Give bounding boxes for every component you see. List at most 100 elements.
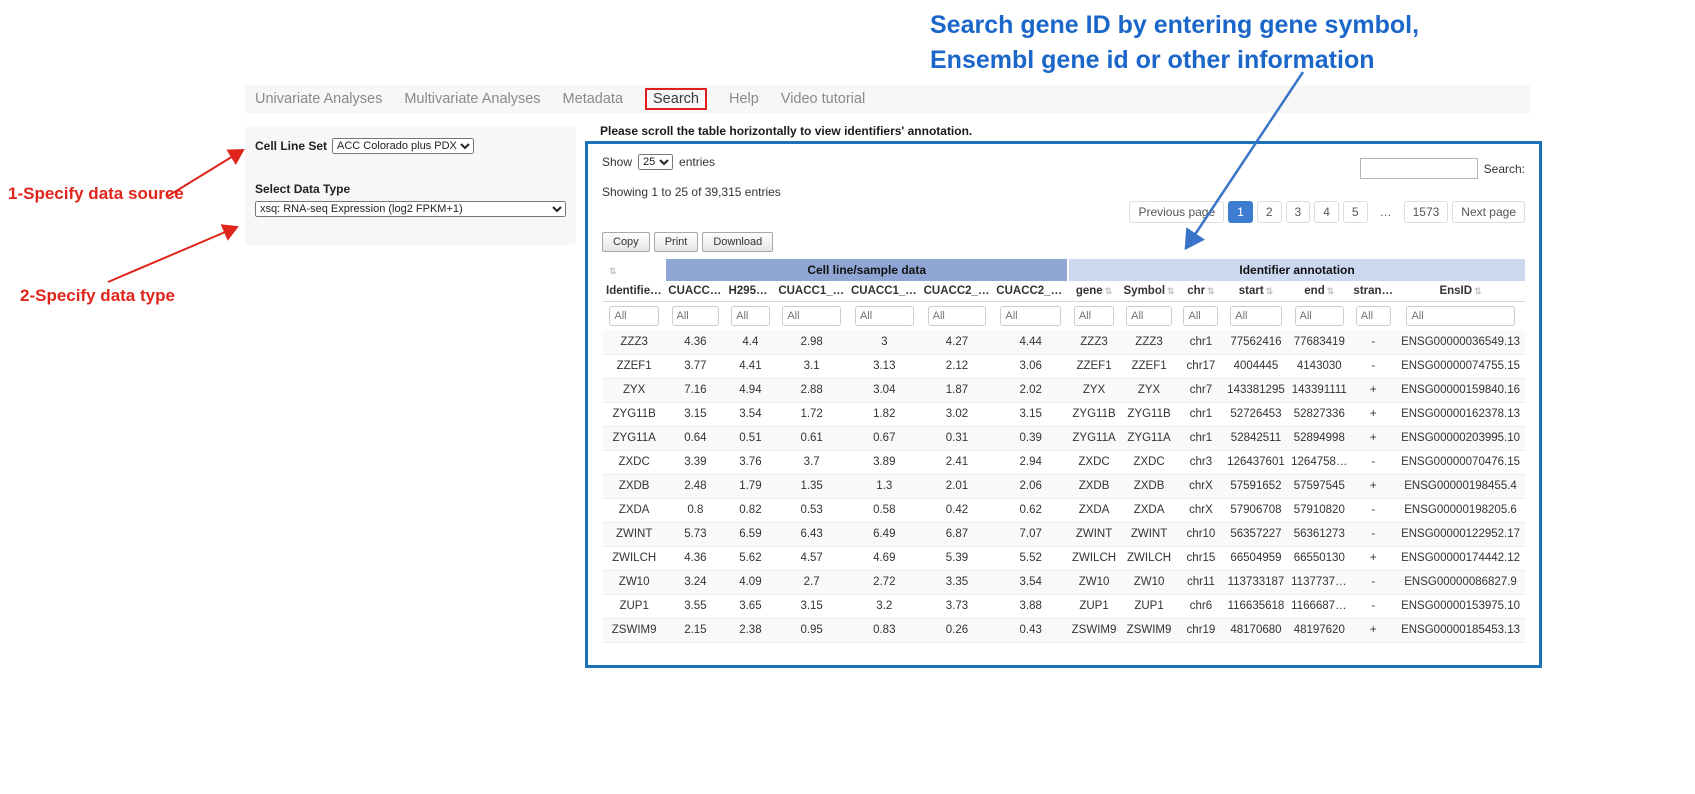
filter-input-ensid[interactable]	[1406, 306, 1514, 326]
cell: 4.4	[725, 330, 775, 354]
cell: 4.36	[665, 330, 725, 354]
cell: 3	[848, 330, 921, 354]
cell: 4.41	[725, 354, 775, 378]
cell: 0.51	[725, 426, 775, 450]
copy-button[interactable]: Copy	[602, 232, 650, 252]
cell: -	[1350, 330, 1396, 354]
filter-input-chr[interactable]	[1183, 306, 1218, 326]
table-row[interactable]: ZWILCH4.365.624.574.695.395.52ZWILCHZWIL…	[603, 546, 1525, 570]
cell: 0.83	[848, 618, 921, 642]
filter-input-identifier[interactable]	[609, 306, 659, 326]
column-header-identifier[interactable]: Identifier⇅	[603, 281, 665, 302]
nav-item-metadata[interactable]: Metadata	[563, 91, 623, 107]
cell: ZYG11B	[1068, 402, 1120, 426]
column-header-start[interactable]: start⇅	[1224, 281, 1288, 302]
column-header-strand[interactable]: strand⇅	[1350, 281, 1396, 302]
previous-page-button[interactable]: Previous page	[1129, 201, 1224, 223]
nav-item-multivariate-analyses[interactable]: Multivariate Analyses	[404, 91, 540, 107]
column-header-gene[interactable]: gene⇅	[1068, 281, 1120, 302]
download-button[interactable]: Download	[702, 232, 773, 252]
cell: 2.15	[665, 618, 725, 642]
column-header-chr[interactable]: chr⇅	[1178, 281, 1224, 302]
cell-line-set-select[interactable]: ACC Colorado plus PDX	[332, 138, 474, 154]
identifier-cell: ZXDA	[603, 498, 665, 522]
filter-input-cuacc2_f1[interactable]	[928, 306, 987, 326]
cell: ENSG00000122952.17	[1396, 522, 1525, 546]
nav-item-search[interactable]: Search	[645, 88, 707, 110]
cell: 126437601	[1224, 450, 1288, 474]
cell: 2.01	[921, 474, 994, 498]
cell: ZWINT	[1120, 522, 1178, 546]
table-row[interactable]: ZXDA0.80.820.530.580.420.62ZXDAZXDAchrX5…	[603, 498, 1525, 522]
table-head: ⇅Cell line/sample dataIdentifier annotat…	[603, 259, 1525, 330]
nav-item-help[interactable]: Help	[729, 91, 759, 107]
filter-cell	[725, 302, 775, 331]
filter-input-cuacc2_f2[interactable]	[1000, 306, 1061, 326]
cell: ZW10	[1068, 570, 1120, 594]
filter-input-cuacc1_f1[interactable]	[782, 306, 841, 326]
cell: ZZZ3	[1068, 330, 1120, 354]
group-header-empty[interactable]: ⇅	[603, 259, 665, 281]
column-header-cuacc2_f2[interactable]: CUACC2_F2⇅	[993, 281, 1068, 302]
export-buttons: Copy Print Download	[602, 232, 1525, 252]
print-button[interactable]: Print	[654, 232, 699, 252]
filter-input-strand[interactable]	[1356, 306, 1391, 326]
nav-item-univariate-analyses[interactable]: Univariate Analyses	[255, 91, 382, 107]
column-header-symbol[interactable]: Symbol⇅	[1120, 281, 1178, 302]
page-button-5[interactable]: 5	[1343, 201, 1368, 223]
cell: ENSG00000159840.16	[1396, 378, 1525, 402]
page-button-4[interactable]: 4	[1314, 201, 1339, 223]
page-button-1[interactable]: 1	[1228, 201, 1253, 223]
cell: ZSWIM9	[1068, 618, 1120, 642]
identifier-cell: ZSWIM9	[603, 618, 665, 642]
table-row[interactable]: ZUP13.553.653.153.23.733.88ZUP1ZUP1chr61…	[603, 594, 1525, 618]
column-header-cuacc1_f1[interactable]: CUACC1_F1⇅	[775, 281, 848, 302]
nav-item-video-tutorial[interactable]: Video tutorial	[781, 91, 865, 107]
sort-icon: ⇅	[1167, 286, 1175, 296]
cell: 113733187	[1224, 570, 1288, 594]
filter-input-cuacc1_f2[interactable]	[855, 306, 914, 326]
cell: 4.44	[993, 330, 1068, 354]
cell: 0.64	[665, 426, 725, 450]
table-row[interactable]: ZXDC3.393.763.73.892.412.94ZXDCZXDCchr31…	[603, 450, 1525, 474]
filter-input-symbol[interactable]	[1126, 306, 1172, 326]
cell: ENSG00000203995.10	[1396, 426, 1525, 450]
column-header-cuacc2_f1[interactable]: CUACC2_F1⇅	[921, 281, 994, 302]
next-page-button[interactable]: Next page	[1452, 201, 1525, 223]
table-row[interactable]: ZW103.244.092.72.723.353.54ZW10ZW10chr11…	[603, 570, 1525, 594]
filter-input-h295r[interactable]	[731, 306, 770, 326]
column-header-end[interactable]: end⇅	[1288, 281, 1350, 302]
filter-input-start[interactable]	[1230, 306, 1281, 326]
column-header-h295r[interactable]: H295R⇅	[725, 281, 775, 302]
page-button-3[interactable]: 3	[1286, 201, 1311, 223]
column-header-cuacc1_f2[interactable]: CUACC1_F2⇅	[848, 281, 921, 302]
page-button-1573[interactable]: 1573	[1404, 201, 1449, 223]
table-row[interactable]: ZZEF13.774.413.13.132.123.06ZZEF1ZZEF1ch…	[603, 354, 1525, 378]
cell: 3.65	[725, 594, 775, 618]
table-row[interactable]: ZYG11B3.153.541.721.823.023.15ZYG11BZYG1…	[603, 402, 1525, 426]
table-row[interactable]: ZSWIM92.152.380.950.830.260.43ZSWIM9ZSWI…	[603, 618, 1525, 642]
page-button-2[interactable]: 2	[1257, 201, 1282, 223]
column-header-ensid[interactable]: EnsID⇅	[1396, 281, 1525, 302]
cell: 0.43	[993, 618, 1068, 642]
filter-cell	[848, 302, 921, 331]
cell: 3.54	[725, 402, 775, 426]
cell: ZYG11A	[1068, 426, 1120, 450]
cell: ENSG00000070476.15	[1396, 450, 1525, 474]
search-input[interactable]	[1360, 158, 1478, 179]
data-type-select[interactable]: xsq: RNA-seq Expression (log2 FPKM+1)	[255, 201, 566, 217]
filter-input-end[interactable]	[1295, 306, 1345, 326]
cell: 48170680	[1224, 618, 1288, 642]
table-row[interactable]: ZXDB2.481.791.351.32.012.06ZXDBZXDBchrX5…	[603, 474, 1525, 498]
table-row[interactable]: ZWINT5.736.596.436.496.877.07ZWINTZWINTc…	[603, 522, 1525, 546]
column-header-cuacc2[interactable]: CUACC2⇅	[665, 281, 725, 302]
cell: 66550130	[1288, 546, 1350, 570]
identifier-cell: ZWINT	[603, 522, 665, 546]
sort-icon: ⇅	[1207, 286, 1215, 296]
page-length-select[interactable]: 25	[638, 154, 673, 170]
table-row[interactable]: ZYG11A0.640.510.610.670.310.39ZYG11AZYG1…	[603, 426, 1525, 450]
table-row[interactable]: ZYX7.164.942.883.041.872.02ZYXZYXchr7143…	[603, 378, 1525, 402]
table-row[interactable]: ZZZ34.364.42.9834.274.44ZZZ3ZZZ3chr17756…	[603, 330, 1525, 354]
filter-input-gene[interactable]	[1074, 306, 1114, 326]
filter-input-cuacc2[interactable]	[672, 306, 720, 326]
